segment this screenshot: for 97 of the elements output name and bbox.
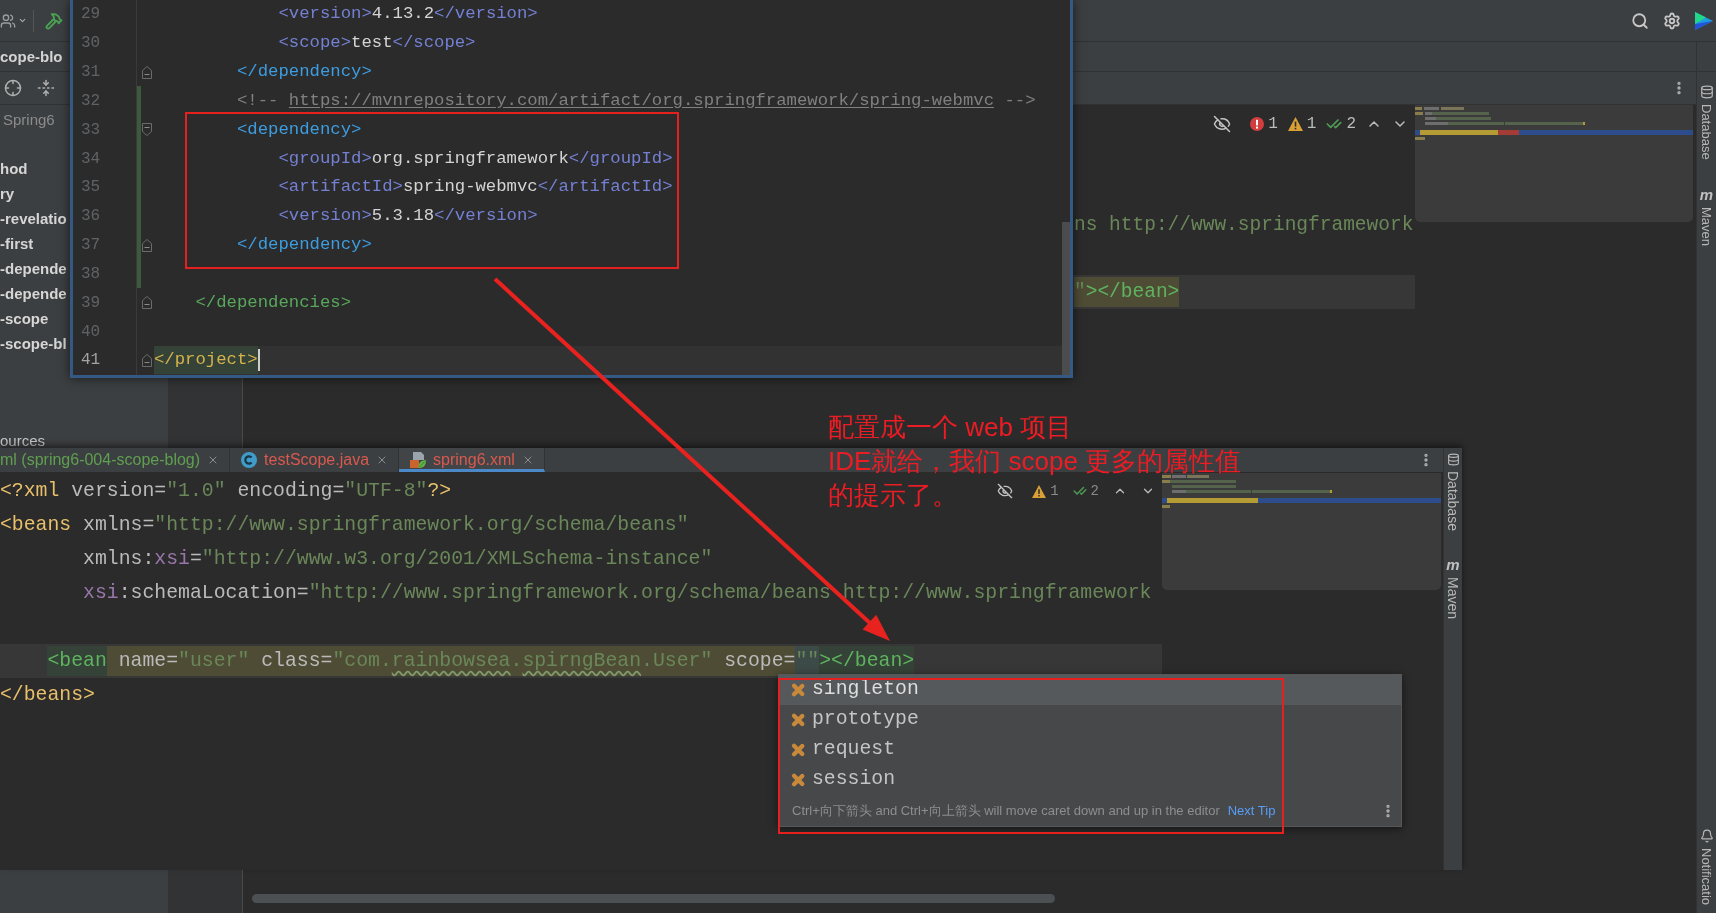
file-leaf-icon	[410, 452, 427, 468]
line-number: 30	[81, 35, 101, 52]
scrollbar-thumb[interactable]	[1062, 222, 1070, 375]
completion-item[interactable]: singleton	[779, 675, 1401, 705]
editor-tab[interactable]: testScope.java	[230, 448, 400, 472]
code-line: <version>4.13.2</version>	[278, 6, 538, 23]
tree-item[interactable]: -depende	[0, 261, 67, 276]
warning-count-button[interactable]: 1	[1032, 484, 1059, 498]
code-line: "></bean>	[1074, 276, 1180, 307]
code-line: </dependency>	[236, 64, 372, 81]
code-line: <groupId>org.springframework</groupId>	[278, 150, 673, 167]
triangle-logo-icon[interactable]	[1695, 11, 1713, 30]
tree-item[interactable]: Spring6	[3, 112, 55, 127]
database-icon	[1446, 453, 1460, 466]
annotation-text: 的提示了。	[828, 479, 958, 512]
hammer-icon[interactable]	[45, 11, 63, 30]
cross-icon	[790, 712, 806, 728]
tree-item[interactable]: ources	[0, 432, 46, 449]
collapse-icon[interactable]	[37, 79, 55, 97]
code-line: <artifactId>spring-webmvc</artifactId>	[278, 179, 673, 196]
double-check-icon	[1072, 484, 1087, 498]
tree-item[interactable]: -first	[0, 236, 34, 251]
code-line: <scope>test</scope>	[278, 35, 476, 52]
fold-marker-icon[interactable]	[142, 296, 152, 310]
fold-marker-icon[interactable]	[142, 65, 152, 79]
m-letter-icon: m	[1699, 186, 1714, 202]
error-count-button[interactable]: 1	[1250, 115, 1278, 132]
code-line: </dependency>	[236, 237, 372, 254]
tree-item[interactable]: -depende	[0, 286, 67, 301]
line-number: 31	[81, 64, 101, 81]
line-number: 41	[81, 352, 101, 369]
settings-icon[interactable]	[1663, 11, 1681, 30]
cross-icon	[790, 742, 806, 758]
line-number: 36	[81, 208, 101, 225]
text-cursor	[257, 349, 260, 372]
cross-icon	[790, 772, 806, 788]
tool-window-button[interactable]: Database	[1699, 85, 1714, 160]
line-number: 40	[81, 323, 101, 340]
code-line: ns http://www.springframework	[1074, 212, 1414, 238]
bell-icon	[1699, 828, 1714, 843]
code-line: <dependency>	[236, 121, 362, 138]
typo-count-button[interactable]: 2	[1326, 115, 1356, 132]
code-line: <?xml version="1.0" encoding="UTF-8"?>	[0, 479, 452, 504]
line-number: 29	[81, 6, 101, 23]
m-letter-icon: m	[1446, 556, 1460, 572]
cross-icon	[790, 682, 806, 698]
error-icon	[1250, 116, 1265, 131]
crossed-eye-icon[interactable]	[1213, 114, 1232, 133]
completion-item[interactable]: request	[790, 735, 896, 765]
tree-item[interactable]: -scope	[0, 311, 49, 326]
code-line: </beans>	[0, 683, 95, 708]
tool-window-button[interactable]: Notificatio	[1699, 828, 1714, 905]
dropdown-caret-icon[interactable]	[18, 16, 27, 25]
next-tip-link[interactable]: Next Tip	[1227, 804, 1276, 817]
code-line: xmlns:xsi="http://www.w3.org/2001/XMLSchema-instance"	[83, 547, 713, 572]
line-number: 33	[81, 121, 101, 138]
fold-marker-icon[interactable]	[142, 353, 152, 367]
project-name: cope-blo	[0, 49, 63, 64]
letter-c-circle-icon	[241, 452, 258, 468]
line-number: 35	[81, 179, 101, 196]
code-line: <beans xmlns="http://www.springframework.org/schema/beans"	[0, 513, 689, 538]
code-line: xsi:schemaLocation="http://www.springframework.org/schema/beans http://www.springframework	[83, 581, 1152, 606]
annotation-text: IDE就给，我们 scope 更多的属性值	[828, 445, 1242, 478]
code-line: <!-- https://mvnrepository.com/artifact/org.springframework/spring-webmvc -->	[236, 92, 1036, 109]
tree-item[interactable]: ry	[0, 186, 15, 201]
annotation-text: 配置成一个 web 项目	[828, 411, 1073, 444]
code-line: </dependencies>	[195, 294, 352, 311]
warning-icon	[1032, 484, 1047, 498]
tool-window-button[interactable]: Database	[1446, 453, 1460, 531]
warning-icon	[1287, 116, 1303, 131]
code-line: <bean name="user" class="com.rainbowsea.spirngBean.User" scope=""></bean>	[47, 646, 915, 676]
line-number: 32	[81, 92, 101, 109]
typo-count-button[interactable]: 2	[1072, 484, 1099, 498]
tree-item[interactable]: -revelatio	[0, 211, 67, 226]
crosshair-icon[interactable]	[4, 79, 22, 97]
scrollbar-thumb[interactable]	[252, 894, 1055, 903]
tool-window-button[interactable]: m Maven	[1699, 186, 1714, 246]
tip-text: Ctrl+向下箭头 and Ctrl+向上箭头 will move caret down and up in the editor	[792, 804, 1220, 817]
fold-marker-icon[interactable]	[142, 123, 152, 137]
completion-item[interactable]: prototype	[790, 705, 919, 735]
database-icon	[1699, 85, 1714, 99]
warning-count-button[interactable]: 1	[1287, 115, 1317, 132]
search-icon[interactable]	[1631, 11, 1649, 30]
line-number: 37	[81, 237, 101, 254]
crossed-eye-icon[interactable]	[997, 483, 1014, 499]
people-icon[interactable]	[0, 12, 16, 29]
completion-item[interactable]: session	[790, 765, 896, 795]
fold-marker-icon[interactable]	[142, 238, 152, 252]
tree-item[interactable]: -scope-bl	[0, 336, 67, 351]
line-number: 39	[81, 294, 101, 311]
tree-item[interactable]: hod	[0, 161, 28, 176]
tool-window-button[interactable]: m Maven	[1446, 556, 1460, 619]
line-number: 34	[81, 150, 101, 167]
editor-tab[interactable]: ml (spring6-004-scope-blog)	[0, 448, 231, 472]
code-line: <version>5.3.18</version>	[278, 208, 538, 225]
url-link[interactable]: https://mvnrepository.com/artifact/org.springframework/spring-webmvc	[288, 90, 995, 110]
line-number: 38	[81, 265, 101, 282]
